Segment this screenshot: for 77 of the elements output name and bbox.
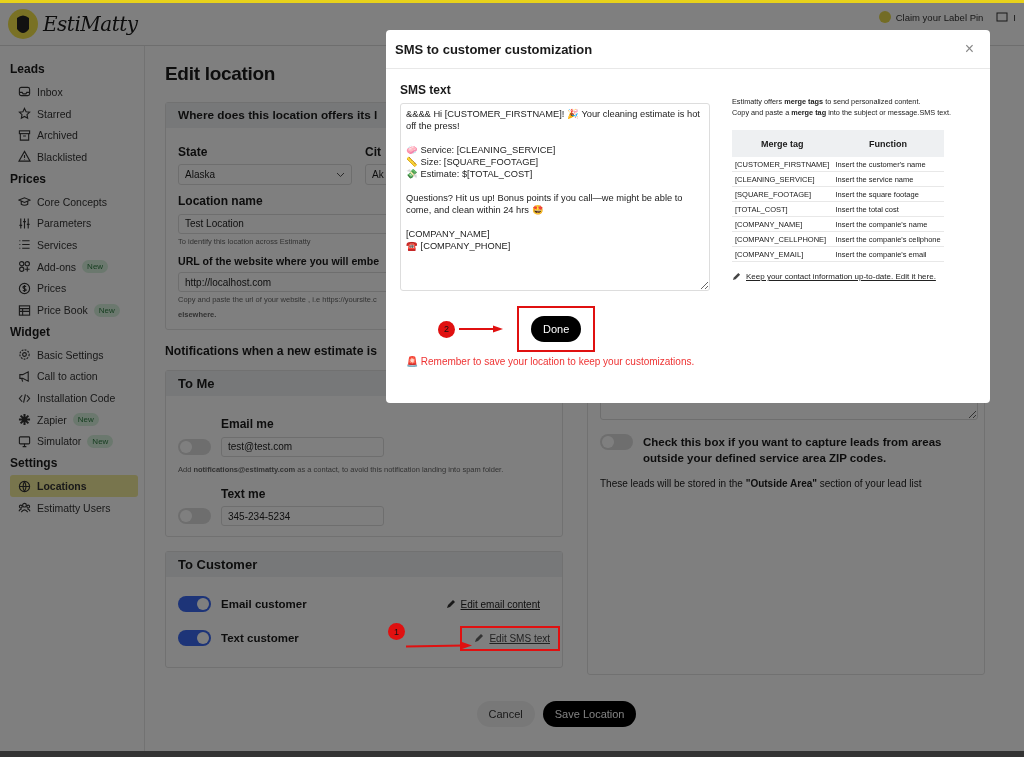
new-tag: New xyxy=(93,303,120,317)
field-label: Email me xyxy=(221,417,274,431)
field-label: Location name xyxy=(178,194,263,208)
new-tag: New xyxy=(87,434,114,448)
item-label: Services xyxy=(37,238,78,251)
sidebar-heading: Widget xyxy=(10,323,51,341)
sms-text-field[interactable]: &&&& Hi [CUSTOMER_FIRSTNAME]! 🎉 Your cleaning estimate is hot off the press! 🧼 Service: [CLEANING_SERVICE] 📏 Size: [SQUARE_FOOTAGE] 💸 Estimate: $[TOTAL_COST] Questions? Hit us up! Bonus points if you call—we might be able to come, and clean within 24 hrs 🤩 [COMPANY_NAME] ☎ [COMPANY_PHONE] xyxy=(400,103,710,291)
item-label: Installation Code xyxy=(37,392,116,405)
column-header: Function xyxy=(832,130,944,157)
new-tag: New xyxy=(82,260,109,274)
sidebar-heading: Settings xyxy=(10,455,59,473)
item-label: Price Book xyxy=(37,304,88,317)
cancel-button[interactable]: Cancel xyxy=(476,701,535,727)
item-label: Core Concepts xyxy=(37,195,108,208)
sidebar-item[interactable]: Locations xyxy=(10,475,138,497)
edit-link[interactable]: Edit email content xyxy=(460,598,540,610)
close-button[interactable]: × xyxy=(962,40,976,58)
info-text: These leads will be stored in the "Outside Area" section of your lead list xyxy=(600,478,923,489)
item-label: Estimatty Users xyxy=(37,501,111,514)
modal-title: SMS to customer customization xyxy=(395,41,593,57)
sidebar-item[interactable]: Zapier New xyxy=(10,408,138,431)
sidebar-item[interactable]: Core Concepts xyxy=(10,190,138,213)
sidebar-item[interactable]: Archived xyxy=(10,124,138,147)
field-label: Cit xyxy=(365,145,381,159)
item-label: Starred xyxy=(37,107,72,120)
contact-field[interactable]: 345-234-5234 xyxy=(221,506,384,526)
sidebar-item[interactable]: Call to action xyxy=(10,365,138,388)
item-label: Call to action xyxy=(37,370,98,383)
sidebar-item[interactable]: Services xyxy=(10,234,138,256)
card-title: To Customer xyxy=(178,557,258,572)
field-label: Text me xyxy=(221,486,266,501)
header-link[interactable]: I xyxy=(1013,11,1016,23)
item-label: Simulator xyxy=(37,435,82,448)
header-link[interactable]: Claim your Label Pin xyxy=(895,11,984,23)
field-label: SMS text xyxy=(400,83,452,97)
item-label: Zapier xyxy=(37,413,67,426)
sidebar-item[interactable]: Estimatty Users xyxy=(10,497,138,519)
item-label: Add-ons xyxy=(37,260,77,273)
field-label: URL of the website where you will embe xyxy=(178,254,380,267)
item-label: Locations xyxy=(37,480,87,493)
sidebar-heading: Leads xyxy=(10,61,46,78)
field-label: State xyxy=(178,145,208,159)
save-button[interactable]: Save Location xyxy=(542,701,637,727)
card-title: To Me xyxy=(178,376,215,391)
edit-link[interactable]: Edit SMS text xyxy=(489,632,550,644)
card-title: Where does this location offers its l xyxy=(178,108,378,122)
step-badge: 2 xyxy=(438,320,455,338)
contact-info-link[interactable]: Keep your contact information up-to-date. Edit it here. xyxy=(746,272,936,281)
state-select[interactable]: Alaska xyxy=(178,164,352,185)
column-header: Merge tag xyxy=(732,130,833,157)
contact-field[interactable]: test@test.com xyxy=(221,436,384,457)
item-label: Parameters xyxy=(37,217,92,230)
sidebar-item[interactable]: Parameters xyxy=(10,212,138,235)
item-label: Inbox xyxy=(37,85,63,98)
reminder-text: 🚨 Remember to save your location to keep your customizations. xyxy=(405,356,696,367)
new-tag: New xyxy=(72,413,99,427)
toggle-label: Email customer xyxy=(221,598,308,610)
item-label: Prices xyxy=(37,282,67,295)
page-title: Edit location xyxy=(165,63,277,85)
sidebar-item[interactable]: Inbox xyxy=(10,81,138,103)
section-title: Notifications when a new estimate is xyxy=(165,344,377,358)
item-label: Blacklisted xyxy=(37,150,88,163)
done-button[interactable]: Done xyxy=(531,316,582,342)
step-badge: 1 xyxy=(388,623,405,640)
item-label: Basic Settings xyxy=(37,348,104,361)
sidebar-heading: Prices xyxy=(10,170,48,188)
sidebar-item[interactable]: Blacklisted xyxy=(10,146,138,168)
logo-text[interactable]: EstiMatty xyxy=(43,12,138,36)
item-label: Archived xyxy=(37,129,78,142)
sidebar-item[interactable]: Starred xyxy=(10,102,138,125)
toggle-label: Check this box if you want to capture leads from areas outside your defined service area ZIP codes. xyxy=(643,435,943,466)
sidebar-item[interactable]: Installation Code xyxy=(10,387,138,409)
sidebar-item[interactable]: Add-ons New xyxy=(10,255,138,278)
sidebar-item[interactable]: Basic Settings xyxy=(10,343,138,366)
sidebar-item[interactable]: Simulator New xyxy=(10,430,138,453)
sidebar-item[interactable]: Price Book New xyxy=(10,299,138,321)
sidebar-item[interactable]: Prices xyxy=(10,277,138,300)
